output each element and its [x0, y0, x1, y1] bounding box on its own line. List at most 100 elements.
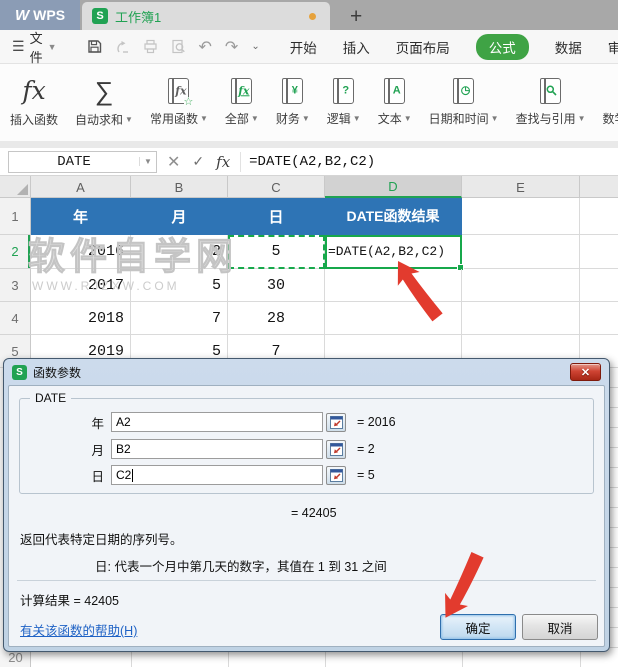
math-trig-button[interactable]: ± 数学和三角 [603, 78, 618, 127]
cancel-button[interactable]: 取消 [522, 614, 598, 640]
math-trig-label: 数学和三角 [602, 112, 618, 126]
all-functions-button[interactable]: fx 全部 ▼ [225, 78, 259, 127]
select-all-triangle-icon [17, 184, 28, 195]
cell-b3[interactable]: 5 [131, 269, 228, 302]
tab-home[interactable]: 开始 [290, 37, 317, 57]
month-range-picker-button[interactable] [326, 439, 346, 459]
cell-b1[interactable]: 月 [131, 198, 228, 235]
file-menu-label: 文件 [29, 30, 43, 65]
tab-data[interactable]: 数据 [555, 37, 582, 57]
name-box[interactable]: DATE ▼ [8, 150, 157, 173]
confirm-entry-icon[interactable]: ✓ [192, 153, 204, 170]
insert-function-fx-icon[interactable]: fx [216, 153, 230, 171]
column-header-c[interactable]: C [228, 176, 325, 198]
dialog-body: DATE 年 A2 = 2016 月 B2 = 2 日 C2 = 5 = 424… [8, 385, 605, 647]
select-all-corner[interactable] [0, 176, 31, 197]
formula-bar: DATE ▼ ✕ ✓ fx =DATE(A2,B2,C2) [0, 148, 618, 176]
customize-toolbar-icon[interactable]: ⌄ [251, 41, 259, 52]
export-icon[interactable] [115, 39, 130, 54]
hamburger-icon: ☰ [12, 38, 25, 54]
day-input-value: C2 [116, 468, 132, 482]
cell-f3[interactable] [580, 269, 618, 302]
group-label: DATE [30, 391, 72, 405]
logical-button[interactable]: ? 逻辑 ▼ [327, 78, 361, 127]
tab-page-layout[interactable]: 页面布局 [396, 37, 450, 57]
dialog-close-button[interactable]: ✕ [570, 363, 601, 381]
day-input[interactable]: C2 [111, 465, 323, 485]
formula-input[interactable]: =DATE(A2,B2,C2) [249, 154, 375, 170]
autosum-button[interactable]: ∑ 自动求和 ▼ [75, 77, 133, 128]
dropdown-arrow-icon: ▼ [250, 114, 259, 123]
insert-function-button[interactable]: fx 插入函数 [10, 77, 58, 128]
cell-a3[interactable]: 2017 [31, 269, 131, 302]
cell-c2-marching-ants[interactable]: 5 [228, 235, 325, 269]
autosum-label: 自动求和 [75, 113, 124, 127]
row-header-2-selected[interactable]: 2 [0, 235, 31, 269]
month-field-label: 月 [91, 443, 104, 458]
cell-b2[interactable]: 2 [131, 235, 228, 269]
month-input[interactable]: B2 [111, 439, 323, 459]
wps-label: WPS [33, 7, 66, 23]
row-header-3[interactable]: 3 [0, 269, 31, 302]
cell-e4[interactable] [462, 302, 580, 335]
year-input[interactable]: A2 [111, 412, 323, 432]
cell-c4[interactable]: 28 [228, 302, 325, 335]
undo-icon[interactable]: ↶ [199, 37, 212, 57]
name-box-dropdown-icon[interactable]: ▼ [139, 157, 156, 166]
cell-c3[interactable]: 30 [228, 269, 325, 302]
day-range-picker-button[interactable] [326, 465, 346, 485]
column-header-f-partial[interactable] [580, 176, 618, 198]
column-header-e[interactable]: E [462, 176, 580, 198]
column-header-b[interactable]: B [131, 176, 228, 198]
ok-button[interactable]: 确定 [440, 614, 516, 640]
column-header-a[interactable]: A [31, 176, 131, 198]
ribbon-tab-strip: 开始 插入 页面布局 公式 数据 审阅 视 [290, 33, 618, 60]
tab-review[interactable]: 审阅 [608, 37, 618, 57]
print-preview-icon[interactable] [171, 39, 186, 54]
dialog-title-bar[interactable]: S 函数参数 ✕ [4, 359, 609, 385]
cell-d3[interactable] [325, 269, 462, 302]
date-time-button[interactable]: ◷ 日期和时间 ▼ [429, 78, 499, 127]
cell-b4[interactable]: 7 [131, 302, 228, 335]
row-header-4[interactable]: 4 [0, 302, 31, 335]
redo-icon[interactable]: ↷ [225, 37, 238, 57]
new-tab-button[interactable]: + [344, 4, 368, 30]
file-menu-button[interactable]: ☰ 文件 ▼ [0, 28, 67, 66]
book-question-icon: ? [333, 78, 355, 104]
cell-a4[interactable]: 2018 [31, 302, 131, 335]
common-functions-button[interactable]: fx ☆ 常用函数 ▼ [150, 78, 208, 127]
cell-e3[interactable] [462, 269, 580, 302]
cell-f1[interactable] [580, 198, 618, 235]
ribbon-gap-strip [0, 141, 618, 148]
financial-button[interactable]: ¥ 财务 ▼ [276, 78, 310, 127]
year-result: = 2016 [357, 415, 396, 429]
column-header-d-selected[interactable]: D [325, 176, 462, 198]
text-button[interactable]: A 文本 ▼ [378, 78, 412, 127]
year-range-picker-button[interactable] [326, 412, 346, 432]
dropdown-arrow-icon: ▼ [490, 114, 499, 123]
cell-e1[interactable] [462, 198, 580, 235]
year-field-row: 年 A2 = 2016 [20, 412, 593, 432]
function-help-link[interactable]: 有关该函数的帮助(H) [20, 620, 137, 639]
cell-f2[interactable] [580, 235, 618, 269]
save-icon[interactable] [87, 39, 102, 54]
print-icon[interactable] [143, 39, 158, 54]
cell-d4[interactable] [325, 302, 462, 335]
cell-d1[interactable]: DATE函数结果 [325, 198, 462, 235]
wps-menu-button[interactable]: W WPS [0, 0, 80, 30]
formula-bar-divider [240, 151, 242, 172]
lookup-reference-button[interactable]: 查找与引用 ▼ [516, 78, 586, 127]
cell-d2-active[interactable]: =DATE(A2,B2,C2) [325, 235, 464, 271]
cell-a2[interactable]: 2016 [31, 235, 131, 269]
document-tab[interactable]: S 工作簿1 [82, 2, 330, 30]
row-header-20[interactable]: 20 [0, 650, 31, 665]
month-input-value: B2 [116, 442, 131, 456]
cell-f4[interactable] [580, 302, 618, 335]
cell-a1[interactable]: 年 [31, 198, 131, 235]
cell-c1[interactable]: 日 [228, 198, 325, 235]
tab-insert[interactable]: 插入 [343, 37, 370, 57]
cancel-entry-icon[interactable]: ✕ [167, 152, 180, 172]
tab-formulas[interactable]: 公式 [475, 33, 529, 60]
cell-e2[interactable] [462, 235, 580, 269]
row-header-1[interactable]: 1 [0, 198, 31, 235]
